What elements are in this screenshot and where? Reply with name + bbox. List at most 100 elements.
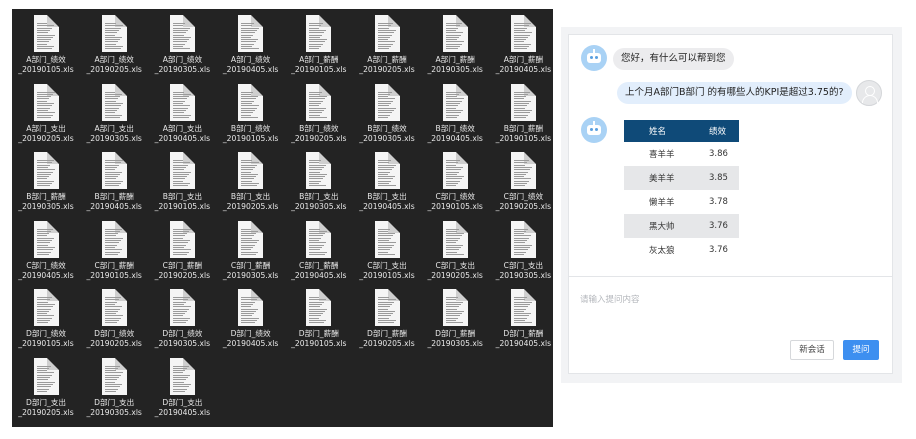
file-name-line1: D部门_绩效	[25, 329, 66, 338]
file-item[interactable]: A部门_薪酬 _20190305.xls	[421, 13, 489, 81]
file-item[interactable]: A部门_支出 _20190305.xls	[80, 82, 148, 150]
file-name: C部门_支出 _20190105.xls	[359, 261, 414, 281]
file-name: A部门_薪酬 _20190205.xls	[359, 55, 414, 75]
file-name-line1: D部门_支出	[162, 397, 203, 407]
spreadsheet-file-icon	[33, 152, 59, 189]
file-item[interactable]: C部门_薪酬 _20190305.xls	[217, 219, 285, 287]
ask-button[interactable]: 提问	[843, 340, 879, 360]
file-item[interactable]: B部门_绩效 _20190405.xls	[421, 82, 489, 150]
file-name-line2: _20190405.xls	[154, 133, 211, 143]
file-item[interactable]: A部门_薪酬 _20190205.xls	[353, 13, 421, 81]
file-name-line2: _20190405.xls	[359, 202, 415, 211]
file-item[interactable]: D部门_绩效 _20190405.xls	[217, 287, 285, 355]
file-name-line2: _20190205.xls	[222, 202, 279, 211]
spreadsheet-file-icon	[238, 152, 264, 189]
file-item[interactable]: C部门_薪酬 _20190405.xls	[285, 219, 353, 287]
file-item[interactable]: D部门_薪酬 _20190105.xls	[285, 287, 353, 355]
file-item[interactable]: C部门_绩效 _20190105.xls	[421, 150, 489, 218]
file-name: C部门_薪酬 _20190305.xls	[223, 261, 278, 281]
spreadsheet-file-icon	[33, 83, 59, 121]
file-item[interactable]: B部门_薪酬 _20190405.xls	[80, 150, 148, 218]
file-item[interactable]: C部门_支出 _20190305.xls	[489, 219, 553, 287]
file-item[interactable]: D部门_支出 _20190205.xls	[12, 356, 80, 424]
file-item[interactable]: A部门_支出 _20190405.xls	[148, 82, 216, 150]
file-name-line2: _20190205.xls	[291, 133, 347, 143]
file-name: D部门_绩效 _20190305.xls	[155, 329, 210, 349]
file-item[interactable]: B部门_支出 _20190205.xls	[217, 150, 285, 218]
file-item[interactable]: D部门_支出 _20190405.xls	[148, 356, 216, 424]
question-input[interactable]	[580, 290, 880, 310]
table-cell-name: 灰太狼	[649, 246, 675, 256]
file-name-line2: _20190405.xls	[291, 270, 347, 280]
file-name-line1: A部门_薪酬	[503, 55, 544, 64]
spreadsheet-file-icon	[101, 220, 127, 258]
file-item[interactable]: B部门_支出 _20190405.xls	[353, 150, 421, 218]
file-name-line2: _20190205.xls	[359, 339, 415, 348]
file-name-line2: _20190105.xls	[291, 339, 347, 348]
file-name: A部门_薪酬 _20190105.xls	[291, 55, 346, 75]
file-item[interactable]: C部门_绩效 _20190205.xls	[489, 150, 553, 218]
table-row: 喜羊羊 3.86	[624, 142, 739, 166]
file-name-line1: B部门_支出	[162, 192, 203, 201]
file-item[interactable]: D部门_薪酬 _20190305.xls	[421, 287, 489, 355]
file-item[interactable]: B部门_绩效 _20190305.xls	[353, 82, 421, 150]
file-item[interactable]: A部门_薪酬 _20190105.xls	[285, 13, 353, 81]
file-item[interactable]: A部门_支出 _20190205.xls	[12, 82, 80, 150]
table-cell-kpi: 3.86	[709, 149, 728, 159]
file-name-line1: C部门_绩效	[503, 192, 544, 201]
file-name-line1: A部门_支出	[162, 123, 203, 133]
file-name: B部门_支出 _20190305.xls	[291, 192, 346, 212]
spreadsheet-file-icon	[101, 289, 127, 326]
file-name: C部门_薪酬 _20190105.xls	[86, 261, 141, 281]
file-item[interactable]: A部门_薪酬 _20190405.xls	[489, 13, 553, 81]
file-name-line1: D部门_绩效	[162, 329, 203, 338]
file-item[interactable]: C部门_绩效 _20190405.xls	[12, 219, 80, 287]
file-name: A部门_绩效 _20190105.xls	[18, 55, 73, 75]
file-item[interactable]: C部门_薪酬 _20190205.xls	[148, 219, 216, 287]
file-item[interactable]: B部门_薪酬 _20190305.xls	[12, 150, 80, 218]
file-item[interactable]: B部门_绩效 _20190105.xls	[217, 82, 285, 150]
file-item[interactable]: C部门_支出 _20190105.xls	[353, 219, 421, 287]
file-name-line2: _20190105.xls	[154, 202, 211, 211]
file-name: A部门_支出 _20190305.xls	[86, 124, 141, 144]
file-name: C部门_支出 _20190205.xls	[427, 261, 482, 281]
file-item[interactable]: D部门_绩效 _20190305.xls	[148, 287, 216, 355]
spreadsheet-file-icon	[306, 152, 332, 189]
file-name-line1: C部门_绩效	[435, 192, 475, 201]
file-item[interactable]: B部门_支出 _20190305.xls	[285, 150, 353, 218]
file-item[interactable]: A部门_绩效 _20190305.xls	[148, 13, 216, 81]
file-name-line2: _20190305.xls	[154, 65, 211, 74]
file-name-line2: _20190405.xls	[18, 270, 74, 280]
file-item[interactable]: D部门_支出 _20190305.xls	[80, 356, 148, 424]
file-name-line1: C部门_薪酬	[94, 260, 134, 270]
file-name-line1: D部门_薪酬	[435, 329, 476, 338]
file-name-line1: C部门_支出	[435, 260, 475, 270]
file-item[interactable]: D部门_薪酬 _20190205.xls	[353, 287, 421, 355]
file-item[interactable]: A部门_绩效 _20190405.xls	[217, 13, 285, 81]
file-name-line2: _20190105.xls	[495, 133, 552, 143]
file-name: B部门_支出 _20190405.xls	[359, 192, 414, 212]
file-item[interactable]: B部门_支出 _20190105.xls	[148, 150, 216, 218]
column-header-name: 姓名	[624, 120, 705, 142]
file-browser-panel: A部门_绩效 _20190105.xls A部门_绩效 _20190205.xls A部…	[12, 9, 553, 427]
file-item[interactable]: D部门_薪酬 _20190405.xls	[489, 287, 553, 355]
file-item[interactable]: A部门_绩效 _20190205.xls	[80, 13, 148, 81]
file-item[interactable]: B部门_薪酬 _20190105.xls	[489, 82, 553, 150]
file-item[interactable]: C部门_薪酬 _20190105.xls	[80, 219, 148, 287]
file-item[interactable]: D部门_绩效 _20190105.xls	[12, 287, 80, 355]
file-name-line2: _20190305.xls	[86, 133, 142, 143]
spreadsheet-file-icon	[169, 357, 195, 395]
file-name-line2: _20190305.xls	[222, 270, 279, 280]
file-name: A部门_支出 _20190405.xls	[155, 124, 210, 144]
table-row: 美羊羊 3.85	[624, 166, 739, 190]
file-item[interactable]: D部门_绩效 _20190205.xls	[80, 287, 148, 355]
file-item[interactable]: A部门_绩效 _20190105.xls	[12, 13, 80, 81]
file-item[interactable]: C部门_支出 _20190205.xls	[421, 219, 489, 287]
input-divider	[569, 276, 892, 277]
file-name-line2: _20190405.xls	[495, 339, 552, 348]
new-chat-button[interactable]: 新会话	[790, 340, 834, 360]
file-item[interactable]: B部门_绩效 _20190205.xls	[285, 82, 353, 150]
file-name-line1: B部门_薪酬	[94, 192, 134, 201]
file-name-line2: _20190105.xls	[18, 65, 74, 74]
spreadsheet-file-icon	[101, 152, 127, 189]
